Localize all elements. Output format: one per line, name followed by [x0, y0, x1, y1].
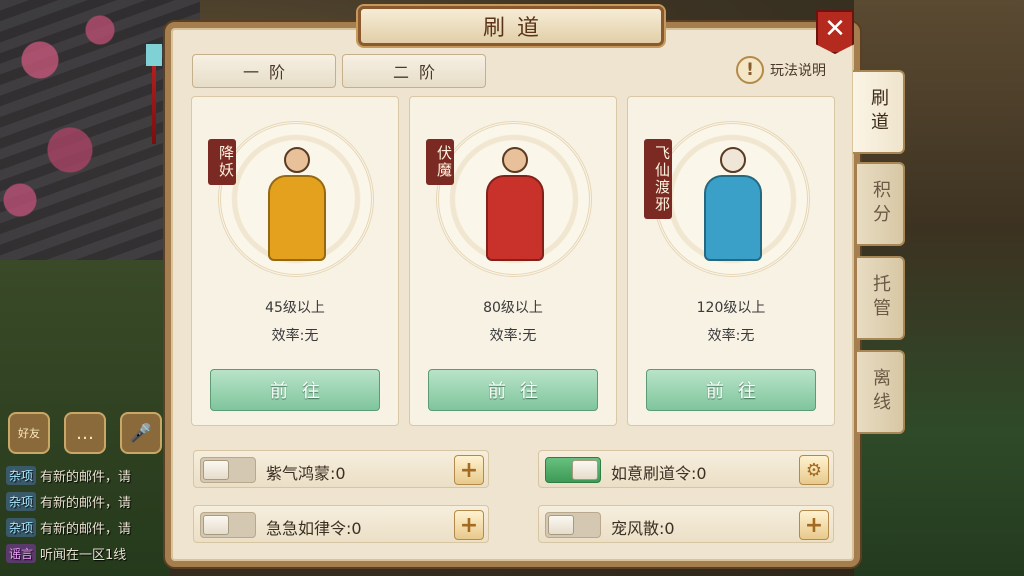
option-jijiru: 急急如律令:0 + — [193, 505, 489, 543]
toggle-switch[interactable] — [545, 512, 601, 538]
chat-bubble-icon[interactable]: … — [64, 412, 106, 454]
help-button[interactable]: ! 玩法说明 — [736, 56, 826, 84]
chat-line: 杂项 有新的邮件，请 — [6, 488, 166, 514]
panel-title: 刷道 — [482, 16, 551, 41]
friend-icon[interactable]: 好友 — [8, 412, 50, 454]
efficiency-text: 效率:无 — [489, 328, 537, 344]
task-card-feixian: 飞仙渡邪 120级以上 效率:无 前往 — [627, 96, 835, 426]
toggle-switch[interactable] — [545, 457, 601, 483]
hanging-ornament — [146, 44, 162, 144]
hero-robe — [704, 175, 762, 261]
chat-shortcuts: 好友 … 🎤 — [8, 412, 162, 454]
task-card-fumo: 伏魔 80级以上 效率:无 前往 — [409, 96, 617, 426]
hero-portrait — [698, 147, 768, 267]
exclamation-icon: ! — [736, 56, 764, 84]
side-tab-offline[interactable]: 离线 — [857, 350, 905, 434]
chat-message: 有新的邮件，请 — [40, 521, 132, 537]
chat-line: 杂项 有新的邮件，请 — [6, 514, 166, 540]
plus-icon[interactable]: + — [454, 510, 484, 540]
toggle-switch[interactable] — [200, 457, 256, 483]
option-ruyi: 如意刷道令:0 ⚙ — [538, 450, 834, 488]
close-icon: ✕ — [824, 14, 846, 44]
option-label: 急急如律令:0 — [266, 519, 362, 538]
tab-tier-2[interactable]: 二阶 — [342, 54, 486, 88]
level-requirement: 45级以上 — [265, 300, 325, 316]
hero-head — [284, 147, 310, 173]
go-button[interactable]: 前往 — [428, 369, 598, 411]
chat-feed[interactable]: 杂项 有新的邮件，请 杂项 有新的邮件，请 杂项 有新的邮件，请 谣言 听闻在一… — [6, 462, 166, 566]
chat-channel-tag: 杂项 — [6, 465, 37, 485]
chat-line: 杂项 有新的邮件，请 — [6, 462, 166, 488]
option-chongfeng: 宠风散:0 + — [538, 505, 834, 543]
side-tab-label: 刷道 — [868, 88, 889, 136]
hero-portrait — [480, 147, 550, 267]
toggle-knob — [572, 460, 598, 480]
toggle-knob — [203, 460, 229, 480]
chat-line: 谣言 听闻在一区1线 — [6, 540, 166, 566]
card-badge: 降妖 — [208, 139, 236, 185]
level-requirement: 80级以上 — [483, 300, 543, 316]
side-tab-auto[interactable]: 托管 — [857, 256, 905, 340]
side-tab-label: 积分 — [870, 180, 891, 228]
card-badge: 飞仙渡邪 — [644, 139, 672, 219]
help-label: 玩法说明 — [770, 63, 826, 79]
card-badge: 伏魔 — [426, 139, 454, 185]
chat-message: 有新的邮件，请 — [40, 495, 132, 511]
side-tab-label: 离线 — [870, 368, 891, 416]
hero-robe — [268, 175, 326, 261]
background-blossom-tree — [0, 0, 170, 240]
panel-title-plate: 刷道 — [358, 6, 664, 46]
chat-channel-tag: 杂项 — [6, 491, 37, 511]
chat-message: 听闻在一区1线 — [40, 547, 127, 563]
efficiency-text: 效率:无 — [707, 328, 755, 344]
microphone-icon[interactable]: 🎤 — [120, 412, 162, 454]
chat-channel-tag: 杂项 — [6, 517, 37, 537]
side-tab-points[interactable]: 积分 — [857, 162, 905, 246]
level-requirement: 120级以上 — [696, 300, 766, 316]
option-label: 宠风散:0 — [611, 519, 675, 538]
task-card-xiangyao: 降妖 45级以上 效率:无 前往 — [191, 96, 399, 426]
go-button[interactable]: 前往 — [210, 369, 380, 411]
hero-portrait — [262, 147, 332, 267]
plus-icon[interactable]: + — [454, 455, 484, 485]
chat-channel-tag: 谣言 — [6, 543, 37, 563]
hero-head — [502, 147, 528, 173]
toggle-knob — [203, 515, 229, 535]
plus-icon[interactable]: + — [799, 510, 829, 540]
efficiency-text: 效率:无 — [271, 328, 319, 344]
toggle-knob — [548, 515, 574, 535]
gear-icon[interactable]: ⚙ — [799, 455, 829, 485]
option-label: 如意刷道令:0 — [611, 464, 707, 483]
chat-message: 有新的邮件，请 — [40, 469, 132, 485]
toggle-switch[interactable] — [200, 512, 256, 538]
option-label: 紫气鸿蒙:0 — [266, 464, 346, 483]
hero-robe — [486, 175, 544, 261]
side-tab-label: 托管 — [870, 274, 891, 322]
hero-head — [720, 147, 746, 173]
tab-tier-1[interactable]: 一阶 — [192, 54, 336, 88]
go-button[interactable]: 前往 — [646, 369, 816, 411]
side-tab-shuadao[interactable]: 刷道 — [853, 70, 905, 154]
option-zqhm: 紫气鸿蒙:0 + — [193, 450, 489, 488]
